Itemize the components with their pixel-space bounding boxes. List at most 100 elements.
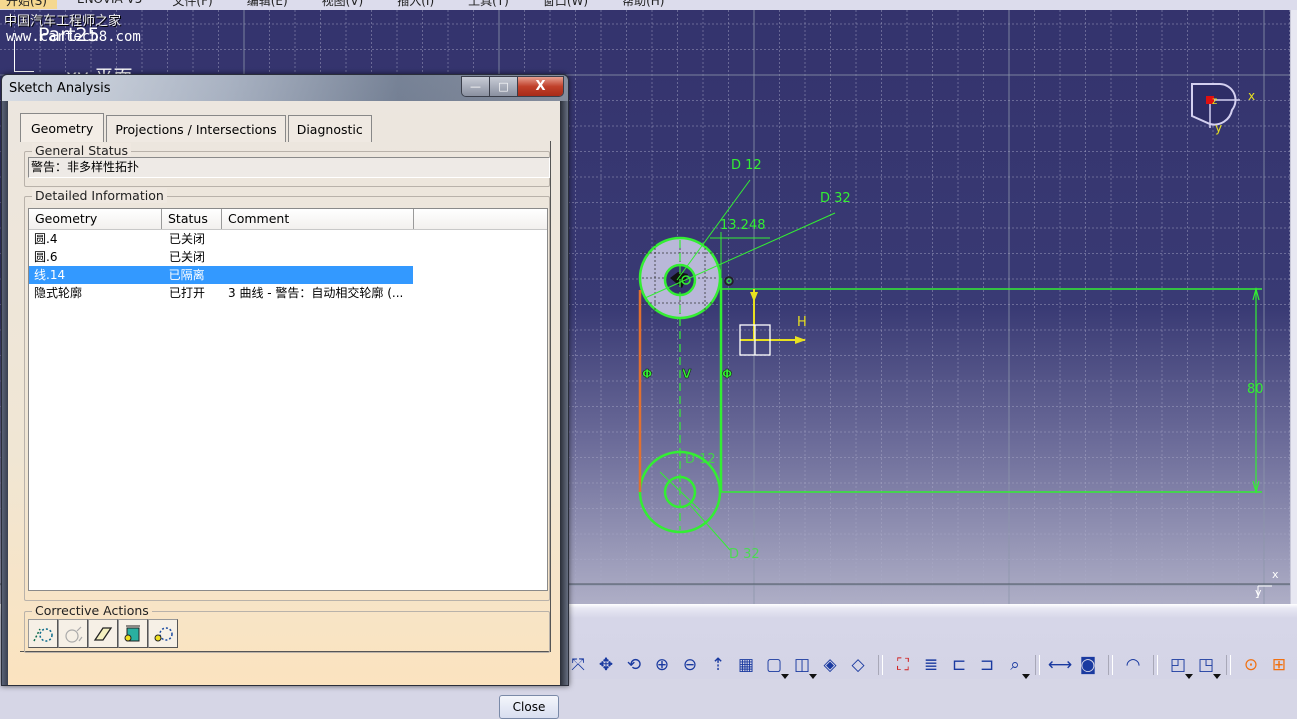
constraint-icon: ⊞ bbox=[1271, 654, 1287, 675]
mini-axes-x: x bbox=[1272, 568, 1279, 581]
list-row[interactable]: 圆.4 已关闭 bbox=[29, 230, 547, 248]
toolbar-separator bbox=[1226, 655, 1231, 675]
fit-all-in-button[interactable]: ⤧ bbox=[566, 653, 590, 677]
column-header-comment[interactable]: Comment bbox=[222, 209, 414, 229]
draft-analysis-button[interactable]: ◠ bbox=[1121, 653, 1145, 677]
zoom-out-icon: ⊖ bbox=[682, 654, 698, 675]
column-header-status[interactable]: Status bbox=[162, 209, 222, 229]
dim-d12-bottom[interactable]: D 12 bbox=[685, 452, 716, 467]
symmetry-symbol-left: Φ bbox=[642, 367, 652, 381]
hide-constraints-button[interactable] bbox=[118, 619, 148, 648]
cell-comment bbox=[222, 266, 414, 284]
column-header-geometry[interactable]: Geometry bbox=[29, 209, 162, 229]
swap-visible-space-button[interactable]: ◇ bbox=[846, 653, 870, 677]
general-status-group: General Status 警告：非多样性拓扑 bbox=[24, 143, 550, 187]
watermark-text: 中国汽车工程师之家 bbox=[4, 14, 122, 29]
dim-d32-bottom[interactable]: D 32 bbox=[729, 547, 760, 562]
normal-view-button[interactable]: ⇡ bbox=[706, 653, 730, 677]
shading-icon: ◫ bbox=[793, 654, 811, 675]
hide-construction-icon bbox=[154, 626, 173, 641]
multi-view-button[interactable]: ▦ bbox=[734, 653, 758, 677]
dim-d32-top[interactable]: D 32 bbox=[820, 191, 851, 206]
toolbar-separator bbox=[1035, 655, 1040, 675]
constraint-button[interactable]: ⊞ bbox=[1267, 653, 1291, 677]
symmetry-symbol-right: Φ bbox=[722, 367, 732, 381]
close-button[interactable]: Close bbox=[499, 695, 559, 719]
menu-tools[interactable]: 工具(T) bbox=[468, 0, 509, 9]
menu-view[interactable]: 视图(V) bbox=[322, 0, 364, 9]
sketch-analysis-dialog: Sketch Analysis — □ X Geometry Projectio… bbox=[1, 74, 569, 719]
menu-start[interactable]: 开始(S) bbox=[0, 0, 57, 9]
general-status-label: General Status bbox=[32, 143, 132, 158]
constraint-tree-2-button[interactable]: ⊐ bbox=[975, 653, 999, 677]
cell-geometry: 圆.4 bbox=[34, 232, 58, 246]
mini-axes-y: y bbox=[1255, 586, 1262, 599]
tab-strip: Geometry Projections / Intersections Dia… bbox=[20, 113, 374, 142]
list-row[interactable]: 圆.6 已关闭 bbox=[29, 248, 547, 266]
menu-insert[interactable]: 插入(I) bbox=[397, 0, 434, 9]
constraint-tree-2-icon: ⊐ bbox=[979, 654, 995, 675]
inertia-button[interactable]: ◙ bbox=[1076, 653, 1100, 677]
window-controls: — □ X bbox=[461, 76, 564, 97]
cell-comment: 3 曲线 - 警告：自动相交轮廓 (... bbox=[228, 286, 404, 300]
inertia-icon: ◙ bbox=[1079, 654, 1097, 675]
menu-edit[interactable]: 编辑(E) bbox=[247, 0, 288, 9]
pan-button[interactable]: ✥ bbox=[594, 653, 618, 677]
iso-view-button[interactable]: ▢ bbox=[762, 653, 789, 679]
corrective-actions-toolbar bbox=[28, 619, 178, 648]
solid-button[interactable]: ◳ bbox=[1194, 653, 1221, 679]
dimension-constraint-button[interactable]: ⊙ bbox=[1239, 653, 1263, 677]
list-row[interactable]: 隐式轮廓 已打开 3 曲线 - 警告：自动相交轮廓 (... bbox=[29, 284, 547, 302]
erase-button[interactable] bbox=[88, 619, 118, 648]
multi-view-icon: ▦ bbox=[737, 654, 755, 675]
zoom-in-button[interactable]: ⊕ bbox=[650, 653, 674, 677]
sketch-analysis-button[interactable]: ⛶ bbox=[891, 653, 915, 677]
menu-window[interactable]: 窗口(W) bbox=[543, 0, 588, 9]
hide-construction-button[interactable] bbox=[148, 619, 178, 648]
list-row-selected[interactable]: 线.14 已隔离 bbox=[29, 266, 413, 284]
close-window-button[interactable]: X bbox=[518, 77, 563, 96]
hide-show-button[interactable]: ◈ bbox=[818, 653, 842, 677]
measure-icon: ⟷ bbox=[1047, 654, 1073, 675]
minimize-button[interactable]: — bbox=[462, 77, 490, 96]
shading-button[interactable]: ◫ bbox=[790, 653, 817, 679]
dim-80[interactable]: 80 bbox=[1247, 382, 1264, 397]
tab-projections-intersections[interactable]: Projections / Intersections bbox=[106, 115, 286, 142]
menu-file[interactable]: 文件(F) bbox=[172, 0, 212, 9]
hide-constraints-icon bbox=[124, 625, 140, 641]
compass-y-label: y bbox=[1215, 121, 1222, 135]
dim-13248[interactable]: 13.248 bbox=[720, 218, 766, 233]
h-axis-label: H bbox=[797, 315, 807, 330]
v-axis-arrow bbox=[750, 292, 758, 302]
geometry-list[interactable]: Geometry Status Comment 圆.4 已关闭 圆.6 已关闭 bbox=[28, 208, 548, 591]
close-open-profile-button[interactable] bbox=[58, 619, 88, 648]
tab-diagnostic[interactable]: Diagnostic bbox=[287, 115, 372, 142]
rotate-button[interactable]: ⟲ bbox=[622, 653, 646, 677]
maximize-button[interactable]: □ bbox=[490, 77, 518, 96]
cell-status: 已隔离 bbox=[168, 268, 205, 282]
tangent-symbol bbox=[724, 276, 734, 286]
cell-geometry: 隐式轮廓 bbox=[34, 286, 83, 300]
cell-status: 已打开 bbox=[169, 286, 206, 300]
constraint-tree-button[interactable]: ⊏ bbox=[947, 653, 971, 677]
dim-d12-top[interactable]: D 12 bbox=[731, 158, 762, 173]
viewport-scrollbar[interactable] bbox=[1290, 10, 1297, 604]
construction-geometry-icon bbox=[33, 627, 53, 642]
plane-icon: ◰ bbox=[1169, 654, 1187, 675]
measure-button[interactable]: ⟷ bbox=[1048, 653, 1072, 677]
zoom-out-button[interactable]: ⊖ bbox=[678, 653, 702, 677]
dialog-border-right bbox=[560, 101, 568, 685]
plane-button[interactable]: ◰ bbox=[1166, 653, 1193, 679]
hide-show-icon: ◈ bbox=[823, 654, 837, 675]
construction-geometry-button[interactable] bbox=[28, 619, 58, 648]
cell-comment bbox=[222, 248, 414, 266]
analysis-icon: ⌕ bbox=[1010, 654, 1020, 675]
constraint-tree-icon: ⊏ bbox=[951, 654, 967, 675]
menu-help[interactable]: 帮助(H) bbox=[622, 0, 664, 9]
menu-enovia[interactable]: ENOVIA V5 bbox=[77, 0, 142, 9]
iso-view-icon: ▢ bbox=[765, 654, 783, 675]
tab-geometry[interactable]: Geometry bbox=[20, 113, 105, 142]
analysis-button[interactable]: ⌕ bbox=[1003, 653, 1030, 679]
list-button[interactable]: ≣ bbox=[919, 653, 943, 677]
geometry-tab-pane: General Status 警告：非多样性拓扑 Detailed Inform… bbox=[20, 141, 551, 653]
